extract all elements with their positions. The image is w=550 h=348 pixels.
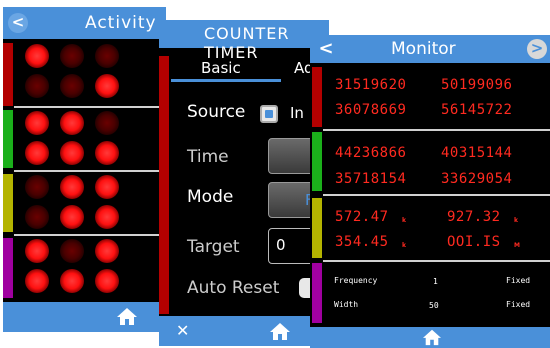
frequency-unit: k [402,217,406,224]
frequency-setting: 1 [433,277,438,286]
monitor-strip-green [312,132,322,191]
activity-strip-yellow [3,174,13,232]
auto-reset-label: Auto Reset [187,278,280,298]
counter-value: 36078669 [335,102,407,118]
activity-led [25,175,49,199]
counter-value: 56145722 [441,102,513,118]
home-icon[interactable] [269,321,291,341]
activity-led [95,175,119,199]
frequency-unit: M [514,242,520,249]
monitor-strip-red [312,67,322,127]
activity-led [60,205,84,229]
counter-value: 50199096 [441,77,513,93]
frequency-value: OOI.IS [447,234,501,250]
width-mode: Fixed [506,300,531,309]
activity-led [95,111,119,135]
width-setting: 50 [429,301,439,310]
activity-led [95,74,119,98]
activity-led [95,239,119,263]
activity-divider [14,170,166,172]
frequency-value: 354.45 [335,234,389,250]
activity-footer [3,302,166,332]
activity-led [60,74,84,98]
activity-window: < Activity [3,7,166,332]
source-label: Source [187,102,246,122]
monitor-divider [323,260,550,262]
activity-led [60,239,84,263]
activity-divider [14,234,166,236]
activity-strip-green [3,110,13,168]
activity-header: < Activity [3,7,166,39]
activity-divider [14,106,166,108]
activity-led [95,269,119,293]
activity-led [60,269,84,293]
activity-strip-purple [3,238,13,298]
target-value: 0 [276,236,286,254]
counter-value: 33629054 [441,171,513,187]
monitor-header: < Monitor > [310,35,550,63]
counter-value: 31519620 [335,77,407,93]
monitor-footer [310,327,550,348]
activity-led [60,175,84,199]
frequency-value: 927.32 [447,209,501,225]
frequency-value: 572.47 [335,209,389,225]
monitor-title: Monitor [391,39,456,59]
frequency-label: Frequency [334,276,378,285]
activity-led [95,205,119,229]
activity-led [25,111,49,135]
frequency-unit: k [514,217,518,224]
activity-led [60,111,84,135]
activity-title: Activity [85,13,157,33]
source-checkbox[interactable] [260,105,278,123]
activity-led [25,239,49,263]
monitor-strip-yellow [312,198,322,258]
tab-basic[interactable]: Basic [201,59,241,77]
counter-value: 40315144 [441,145,513,161]
forward-icon[interactable]: > [527,39,547,59]
monitor-divider [323,129,550,131]
frequency-mode: Fixed [506,276,531,285]
monitor-divider [323,194,550,196]
monitor-window: < Monitor > 31519620 50199096 36078669 5… [310,35,550,348]
counter-footer: ✕ [159,316,329,346]
home-icon[interactable] [116,306,138,326]
activity-led [95,44,119,68]
monitor-strip-purple [312,263,322,323]
activity-strip-red [3,43,13,106]
counter-value: 35718154 [335,171,407,187]
back-icon[interactable]: < [316,39,336,59]
activity-led [25,205,49,229]
activity-led [25,44,49,68]
frequency-unit: k [402,242,406,249]
activity-led [60,44,84,68]
time-label: Time [187,147,229,167]
close-icon[interactable]: ✕ [176,321,189,340]
counter-header: COUNTER TIMER [159,20,329,62]
activity-led [95,141,119,165]
activity-led [25,74,49,98]
counter-timer-window: COUNTER TIMER Basic Ad Source In Time Mo… [159,20,329,346]
source-option-label: In [290,104,304,122]
activity-led [25,141,49,165]
back-icon[interactable]: < [8,13,28,33]
counter-value: 44236866 [335,145,407,161]
home-icon[interactable] [422,328,442,346]
activity-led [25,269,49,293]
width-label: Width [334,300,359,309]
tab-basic-underline [171,79,281,82]
activity-led [60,141,84,165]
counter-strip-red [159,56,169,314]
target-label: Target [187,237,240,257]
mode-label: Mode [187,187,234,207]
